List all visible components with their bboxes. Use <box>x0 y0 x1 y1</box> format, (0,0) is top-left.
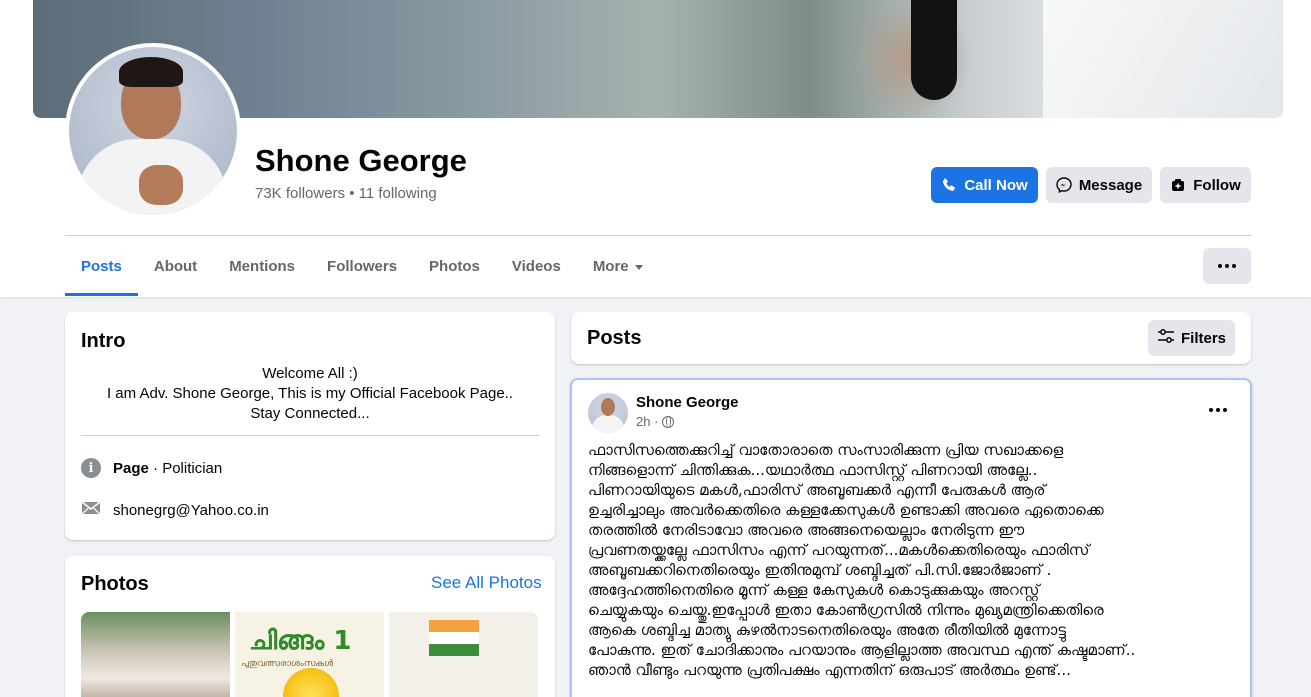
tab-videos[interactable]: Videos <box>496 236 577 296</box>
follow-button[interactable]: Follow <box>1160 167 1251 203</box>
tab-posts[interactable]: Posts <box>65 236 138 296</box>
photo-subtitle-text: പുതുവത്സരാശംസകൾ <box>241 658 333 668</box>
info-icon: i <box>81 458 101 478</box>
page-title: Shone George <box>255 143 467 178</box>
profile-avatar[interactable] <box>69 47 237 215</box>
bio-line: Welcome All :) <box>262 365 358 382</box>
tab-more-label: More <box>592 257 629 275</box>
follow-label: Follow <box>1193 176 1241 194</box>
ellipsis-icon <box>1209 408 1227 412</box>
intro-title: Intro <box>81 330 126 352</box>
post-avatar-body <box>592 415 624 433</box>
bio-line: Stay Connected... <box>250 405 370 422</box>
message-button[interactable]: Message <box>1046 167 1152 203</box>
photo-title-text: ചിങ്ങം 1 <box>249 626 352 656</box>
tab-about[interactable]: About <box>138 236 213 296</box>
avatar-hand <box>139 165 183 205</box>
intro-card: Intro Welcome All :) I am Adv. Shone Geo… <box>65 312 555 540</box>
post-text-line: ഞാൻ വീണ്ടും പറയുന്നു പ്രതിപക്ഷം എന്നതിന്… <box>588 661 1071 679</box>
sun-graphic <box>283 668 339 697</box>
post-text-line: പിണറായിയുടെ മകൾ,ഫാരിസ് അബൂബക്കർ എന്നീ പേ… <box>588 481 1046 499</box>
photo-thumbnail[interactable] <box>81 612 230 697</box>
page-label: Page <box>113 459 149 477</box>
post-meta: 2h · <box>636 414 675 429</box>
cover-microphone <box>911 0 957 100</box>
tab-videos-label: Videos <box>511 257 561 275</box>
tab-mentions-label: Mentions <box>229 257 296 275</box>
email-row: shonegrg@Yahoo.co.in <box>81 500 269 520</box>
post-timestamp[interactable]: 2h · <box>636 414 658 429</box>
filters-button[interactable]: Filters <box>1148 320 1235 356</box>
post-author-name[interactable]: Shone George <box>636 394 739 411</box>
tab-about-label: About <box>153 257 198 275</box>
tab-photos-label: Photos <box>429 257 480 275</box>
post-text-line: തരത്തിൽ നേരിടാവോ അവരെ അങ്ങനെയെല്ലാം നേരി… <box>588 521 1025 539</box>
post-options-button[interactable] <box>1202 396 1234 424</box>
avatar-hair <box>119 57 183 87</box>
post-text-line: നിങ്ങളൊന്ന് ചിന്തിക്കുക...യഥാർത്ഥ ഫാസിസ്… <box>588 461 1038 479</box>
post-avatar-face <box>601 398 615 416</box>
post-author-avatar[interactable] <box>588 393 628 433</box>
post-text-line: ആകെ ശബ്ദിച്ച മാത്യു കുഴൽനാടനെതിരെയും അതേ… <box>588 621 1067 639</box>
tab-posts-label: Posts <box>81 257 122 275</box>
tab-photos[interactable]: Photos <box>413 236 496 296</box>
globe-icon <box>662 415 675 428</box>
photos-card: Photos See All Photos ചിങ്ങം 1 പുതുവത്സര… <box>65 556 555 697</box>
messenger-icon <box>1056 177 1072 193</box>
tab-more[interactable]: More <box>577 236 659 296</box>
post-body: ഫാസിസത്തെക്കുറിച്ച് വാതോരാതെ സംസാരിക്കുന… <box>588 440 1238 680</box>
flag-graphic <box>429 620 479 656</box>
tab-followers[interactable]: Followers <box>311 236 413 296</box>
post-card: Shone George 2h · ഫാസിസത്തെക്കുറിച്ച് വാ… <box>570 378 1252 697</box>
follower-stats[interactable]: 73K followers • 11 following <box>255 185 437 202</box>
post-text-line: ഫാസിസത്തെക്കുറിച്ച് വാതോരാതെ സംസാരിക്കുന… <box>588 441 1064 459</box>
profile-tabs: Posts About Mentions Followers Photos Vi… <box>65 236 659 296</box>
posts-title: Posts <box>587 327 642 349</box>
post-text-line: പോകുന്നു. ഇത് ചോദിക്കാനും പറയാനും ആളില്ല… <box>588 641 1136 659</box>
envelope-icon <box>81 500 101 520</box>
intro-divider <box>81 435 539 436</box>
email-link[interactable]: shonegrg@Yahoo.co.in <box>113 502 269 519</box>
caret-down-icon <box>634 264 643 270</box>
more-options-button[interactable] <box>1203 248 1251 284</box>
see-all-photos-link[interactable]: See All Photos <box>431 573 542 593</box>
post-text-line: പ്രവണതയ്ക്കല്ലേ ഫാസിസം എന്ന് പറയുന്നത്..… <box>588 541 1090 559</box>
cover-shirt <box>1043 0 1283 118</box>
intro-bio: Welcome All :) I am Adv. Shone George, T… <box>81 364 539 424</box>
photo-thumbnail[interactable]: ചിങ്ങം 1 പുതുവത്സരാശംസകൾ <box>235 612 384 697</box>
page-category-row: i Page · Politician <box>81 458 222 478</box>
tab-followers-label: Followers <box>327 257 398 275</box>
filters-label: Filters <box>1180 329 1226 347</box>
ellipsis-icon <box>1218 264 1236 268</box>
photo-thumbnail[interactable] <box>389 612 538 697</box>
follow-plus-icon <box>1170 177 1186 193</box>
posts-header-card: Posts Filters <box>571 312 1251 364</box>
sliders-icon <box>1157 328 1175 348</box>
bio-line: I am Adv. Shone George, This is my Offic… <box>106 385 514 402</box>
post-text-line: അബൂബക്കറിനെതിരെയും ഇതിനുമുമ്പ് ശബ്ദിച്ചത… <box>588 561 1052 579</box>
post-text-line: അദ്ദേഹത്തിനെതിരെ മൂന്ന് കള്ള കേസുകൾ കൊടു… <box>588 581 1040 599</box>
post-text-line: ഉച്ചരിച്ചാലും അവർക്കെതിരെ കള്ളക്കേസുകൾ ഉ… <box>588 501 1104 519</box>
call-now-button[interactable]: Call Now <box>931 167 1038 203</box>
tab-mentions[interactable]: Mentions <box>213 236 311 296</box>
message-label: Message <box>1078 176 1143 194</box>
category-label: · Politician <box>148 459 223 477</box>
call-now-label: Call Now <box>964 176 1028 194</box>
photos-title: Photos <box>81 573 149 595</box>
phone-icon <box>941 177 957 193</box>
post-text-line: ചെയ്യുകയും ചെയ്തു.ഇപ്പോൾ ഇതാ കോൺഗ്രസിൽ ന… <box>588 601 1104 619</box>
page-category: Page · Politician <box>113 460 222 477</box>
